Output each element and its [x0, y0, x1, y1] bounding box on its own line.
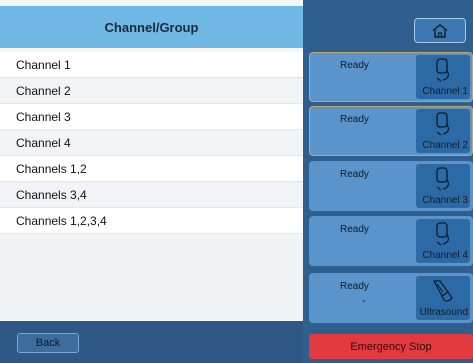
channel-2-tile[interactable]: Channel 2	[416, 109, 470, 153]
channel-1-status: Ready	[340, 60, 369, 71]
probe-icon	[436, 222, 449, 246]
channel-4-label: Channel 4	[422, 250, 468, 261]
ultrasound-value: -	[362, 296, 366, 307]
channel-1-tile[interactable]: Channel 1	[416, 55, 470, 99]
channel-4-card[interactable]: Ready Channel 4	[309, 216, 473, 266]
list-item-channels-1-2-3-4[interactable]: Channels 1,2,3,4	[0, 208, 303, 234]
channel-3-tile[interactable]: Channel 3	[416, 164, 470, 208]
list-item-channel-4[interactable]: Channel 4	[0, 130, 303, 156]
list-item-channel-3[interactable]: Channel 3	[0, 104, 303, 130]
channel-3-card[interactable]: Ready Channel 3	[309, 161, 473, 211]
left-footer: Back	[0, 321, 303, 363]
channel-2-label: Channel 2	[422, 140, 468, 151]
list-item-channel-1[interactable]: Channel 1	[0, 52, 303, 78]
channel-list: Channel 1 Channel 2 Channel 3 Channel 4 …	[0, 52, 303, 234]
channel-2-card[interactable]: Ready Channel 2	[309, 106, 473, 156]
ultrasound-card[interactable]: Ready - Ultrasound	[309, 273, 473, 323]
channel-1-card[interactable]: Ready Channel 1	[309, 52, 473, 102]
channel-1-label: Channel 1	[422, 86, 468, 97]
probe-icon	[436, 112, 449, 136]
home-button[interactable]	[414, 18, 466, 43]
channel-2-status: Ready	[340, 114, 369, 125]
channel-group-panel: Channel/Group Channel 1 Channel 2 Channe…	[0, 0, 303, 363]
probe-icon	[436, 58, 449, 82]
ultrasound-status: Ready	[340, 281, 369, 292]
list-item-channels-1-2[interactable]: Channels 1,2	[0, 156, 303, 182]
channel-4-tile[interactable]: Channel 4	[416, 219, 470, 263]
channel-3-status: Ready	[340, 169, 369, 180]
ultrasound-tile[interactable]: Ultrasound	[416, 276, 470, 320]
channel-group-header: Channel/Group	[0, 6, 303, 48]
channel-status-panel: Ready Channel 1 Ready Channel 2 Ready Ch…	[303, 0, 473, 363]
list-item-channel-2[interactable]: Channel 2	[0, 78, 303, 104]
ultrasound-label: Ultrasound	[419, 307, 468, 318]
ultrasound-probe-icon	[433, 280, 453, 302]
list-item-channels-3-4[interactable]: Channels 3,4	[0, 182, 303, 208]
home-icon	[432, 23, 448, 38]
channel-4-status: Ready	[340, 224, 369, 235]
probe-icon	[436, 167, 449, 191]
emergency-stop-button[interactable]: Emergency Stop	[309, 334, 473, 359]
list-empty-area	[0, 240, 303, 320]
back-button[interactable]: Back	[17, 333, 79, 353]
channel-3-label: Channel 3	[422, 195, 468, 206]
